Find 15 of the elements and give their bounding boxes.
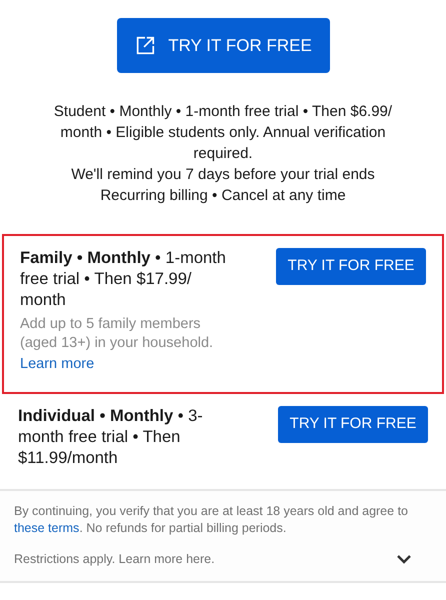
plan-description: Add up to 5 family members (aged 13+) in your household. — [20, 315, 214, 353]
plan-title: Individual • Monthly • 3-month free trial • Then $11.99/month — [18, 406, 204, 469]
try-free-button[interactable]: TRY IT FOR FREE — [276, 248, 426, 285]
learn-more-link[interactable]: Learn more — [20, 356, 94, 372]
try-free-button[interactable]: TRY IT FOR FREE — [278, 406, 428, 443]
restrictions-text: Restrictions apply. Learn more here. — [14, 551, 215, 568]
plan-details-text: We'll remind you 7 days before your trial ends — [70, 165, 376, 185]
plan-title: Family • Monthly • 1-month free trial • Then $17.99/ month — [20, 248, 227, 311]
external-link-icon — [134, 34, 156, 56]
terms-text: By continuing, you verify that you are at least 18 years old and agree to these terms. No refunds for partial billing periods. — [14, 503, 409, 537]
terms-link[interactable]: these terms — [14, 521, 80, 535]
plan-details-text: Student • Monthly • 1-month free trial • Then $6.99/ month • Eligible students only. Annual verification required. — [52, 102, 394, 164]
chevron-icon[interactable] — [396, 554, 412, 564]
try-free-button[interactable]: TRY IT FOR FREE — [116, 18, 330, 73]
plan-details-text: Recurring billing • Cancel at any time — [99, 186, 347, 206]
